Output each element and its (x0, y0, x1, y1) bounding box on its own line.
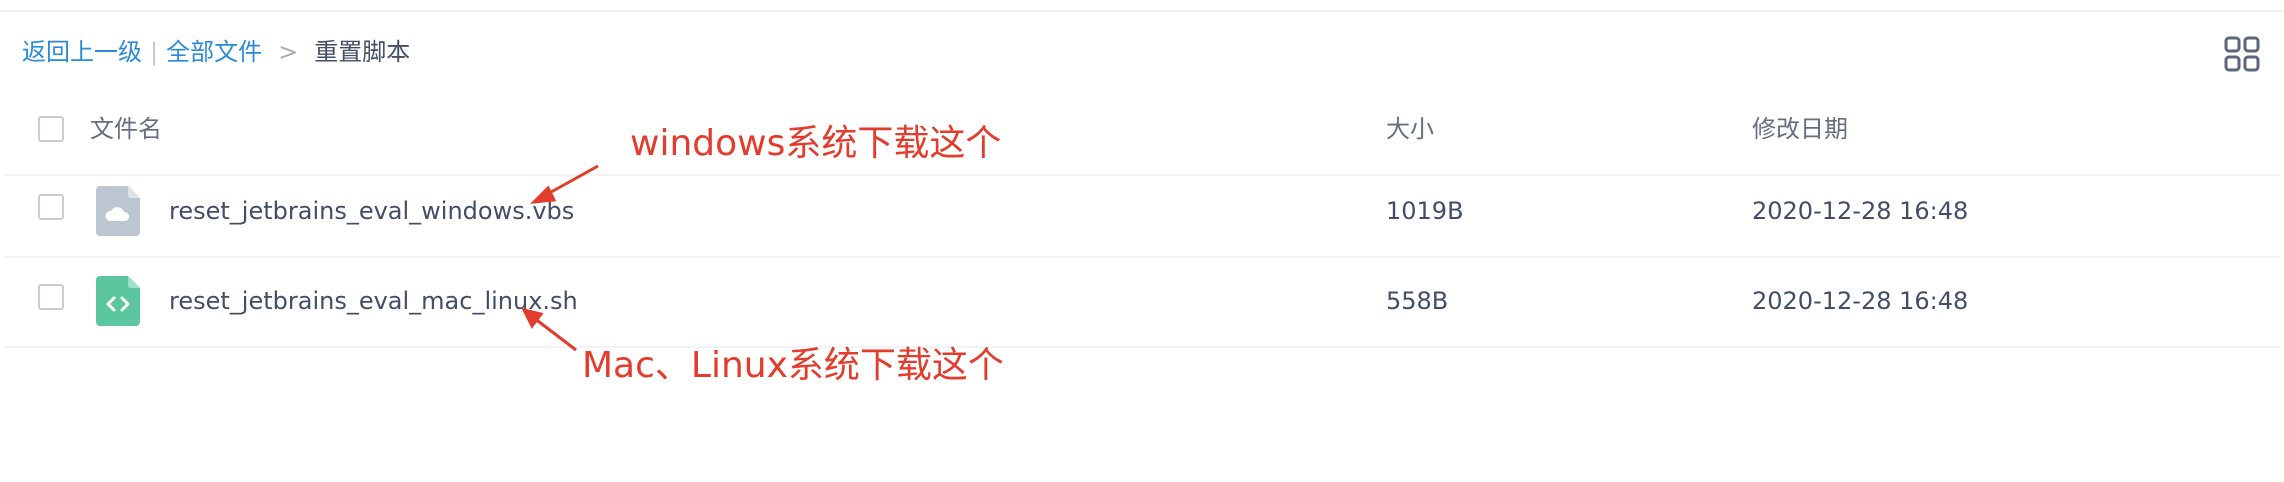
code-file-icon (96, 276, 140, 326)
breadcrumb-current: 重置脚本 (314, 38, 411, 66)
row-checkbox[interactable] (38, 284, 64, 310)
breadcrumb: 返回上一级 | 全部文件 > 重置脚本 (22, 34, 410, 70)
cloud-file-icon (96, 186, 140, 236)
select-all-checkbox[interactable] (38, 116, 64, 142)
file-modified: 2020-12-28 16:48 (1752, 197, 1969, 225)
file-size: 558B (1386, 287, 1449, 315)
breadcrumb-separator-bar: | (150, 38, 159, 66)
annotation-mac-linux: Mac、Linux系统下载这个 (582, 345, 1004, 386)
top-divider (0, 0, 2284, 12)
header-size[interactable]: 大小 (1386, 111, 1434, 147)
grid-view-icon[interactable] (2224, 36, 2260, 72)
table-header: 文件名 大小 修改日期 (4, 84, 2280, 176)
row-checkbox[interactable] (38, 194, 64, 220)
file-modified: 2020-12-28 16:48 (1752, 287, 1969, 315)
annotation-windows: windows系统下载这个 (630, 123, 1002, 164)
file-size: 1019B (1386, 197, 1464, 225)
file-name[interactable]: reset_jetbrains_eval_windows.vbs (169, 193, 574, 229)
file-name[interactable]: reset_jetbrains_eval_mac_linux.sh (169, 283, 578, 319)
table-row[interactable]: reset_jetbrains_eval_mac_linux.sh 558B 2… (4, 256, 2280, 348)
all-files-link[interactable]: 全部文件 (166, 34, 262, 70)
table-row[interactable]: reset_jetbrains_eval_windows.vbs 1019B 2… (4, 166, 2280, 258)
breadcrumb-separator-arrow: > (278, 38, 299, 66)
header-name[interactable]: 文件名 (90, 111, 162, 147)
back-link[interactable]: 返回上一级 (22, 34, 142, 70)
header-modified[interactable]: 修改日期 (1752, 111, 1848, 147)
